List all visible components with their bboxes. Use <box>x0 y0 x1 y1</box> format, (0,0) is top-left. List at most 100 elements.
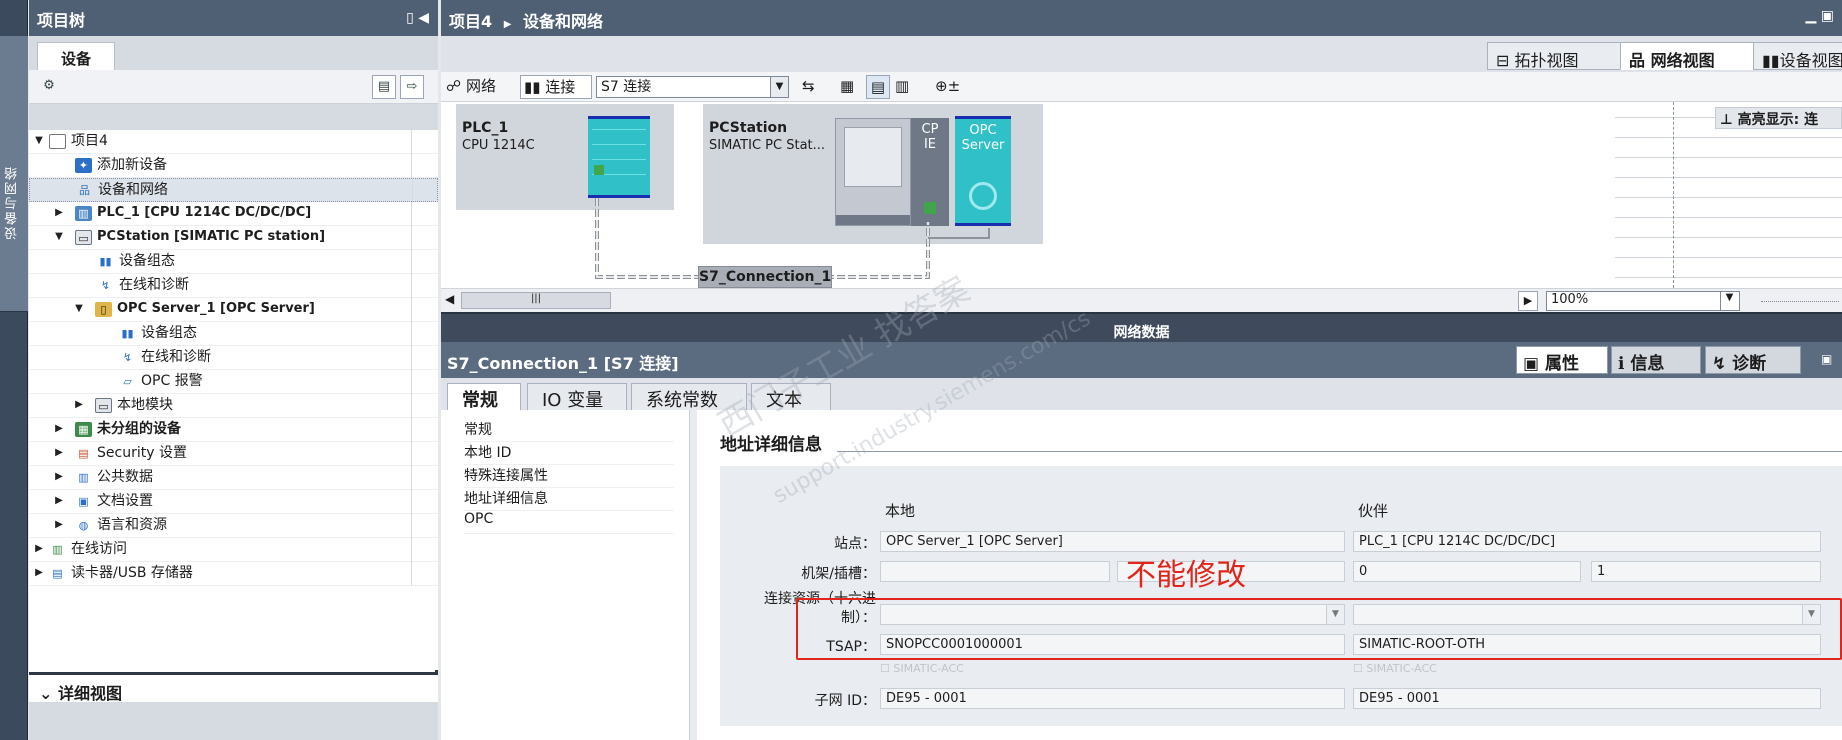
tab-device-view[interactable]: ▮▮设备视图 <box>1753 42 1842 70</box>
s7-connection-label[interactable]: S7_Connection_1 <box>698 266 832 288</box>
nav-general[interactable]: 常规 <box>464 419 674 442</box>
inspector-title: S7_Connection_1 [S7 连接] <box>447 354 679 373</box>
pin-icon: ⊥ <box>1720 112 1738 128</box>
project-tree-title: 项目树 <box>37 11 86 30</box>
show-labels-icon[interactable]: ▦ <box>840 75 854 99</box>
local-station-field: OPC Server_1 [OPC Server] <box>880 531 1345 552</box>
online-diag-icon: ↯ <box>122 351 133 364</box>
annotation-rectangle <box>796 598 1842 660</box>
tree-item-ungrouped-devices[interactable]: ▶ ▦ 未分组的设备 <box>29 418 438 442</box>
tree-filter-bar <box>29 104 438 130</box>
nav-opc[interactable]: OPC <box>464 511 674 534</box>
zoom-select[interactable]: 100% <box>1546 291 1740 311</box>
scroll-thumb[interactable]: ||| <box>461 292 611 309</box>
address-form: 本地 伙伴 站点： OPC Server_1 [OPC Server] PLC_… <box>720 466 1842 726</box>
tree-item-add-device[interactable]: ✦ 添加新设备 <box>29 154 438 178</box>
overview-icon[interactable]: ▤ <box>372 75 396 99</box>
address-icon[interactable]: ⇆ <box>802 75 815 99</box>
breadcrumb-project[interactable]: 项目4 <box>449 12 492 31</box>
horizontal-scrollbar[interactable]: ◀ ||| ▶ 100% ▼ <box>441 288 1842 312</box>
connection-icon: ▮▮ <box>524 78 546 96</box>
tree-item-opc-online-diag[interactable]: ↯ 在线和诊断 <box>29 346 438 370</box>
network-data-splitter[interactable]: 网络数据 <box>441 312 1842 342</box>
tab-info[interactable]: ℹ 信息 <box>1611 346 1701 374</box>
detail-view-title: 详细视图 <box>57 684 122 703</box>
local-rack-field <box>880 561 1110 582</box>
annotation-text: 不能修改 <box>1126 558 1246 593</box>
network-mode-button[interactable]: ☍ 网络 <box>446 75 508 99</box>
tree-item-online-diag[interactable]: ↯ 在线和诊断 <box>29 274 438 298</box>
doc-settings-icon: ▣ <box>78 495 89 508</box>
chevron-down-icon: ▼ <box>770 77 788 97</box>
nav-local-id[interactable]: 本地 ID <box>464 442 674 465</box>
tree-item-languages[interactable]: ▶ ◍ 语言和资源 <box>29 514 438 538</box>
label-station: 站点： <box>834 536 876 552</box>
device-config-icon: ▮▮ <box>121 327 134 340</box>
tab-topology-view[interactable]: ⊟ 拓扑视图 <box>1487 42 1621 70</box>
highlight-connection[interactable]: ⊥ 高亮显示: 连 <box>1715 107 1842 129</box>
tree-item-card-reader[interactable]: ▶ ▤ 读卡器/USB 存储器 <box>29 562 438 586</box>
nav-address-details[interactable]: 地址详细信息 <box>464 488 674 511</box>
grid-view-icon[interactable]: ▤ <box>866 75 890 99</box>
label-subnet-id: 子网 ID： <box>814 693 876 709</box>
inspector-header: S7_Connection_1 [S7 连接] ▣ 属性 ℹ 信息 ↯ 诊断 ▣ <box>441 342 1842 378</box>
tab-network-view[interactable]: 品 网络视图 <box>1620 42 1754 70</box>
network-canvas[interactable]: PLC_1 CPU 1214C PCStation SIMATIC PC Sta… <box>441 102 1842 288</box>
side-tab-label: 设备与网络 <box>5 165 20 240</box>
pc-station-icon: ▭ <box>75 230 92 245</box>
nav-special-conn[interactable]: 特殊连接属性 <box>464 465 674 488</box>
col-local: 本地 <box>885 502 916 520</box>
float-window-icon[interactable]: ▣ <box>1821 352 1832 366</box>
tree-item-security[interactable]: ▶ ▤ Security 设置 <box>29 442 438 466</box>
export-icon[interactable]: ⇨ <box>400 75 424 99</box>
address-details-content: 地址详细信息 本地 伙伴 站点： OPC Server_1 [OPC Serve… <box>706 410 1842 740</box>
zoom-in-icon[interactable]: ⊕± <box>935 75 960 99</box>
tree-item-opc-device-config[interactable]: ▮▮ 设备组态 <box>29 322 438 346</box>
collapse-panel-icon[interactable]: ▯ ◀ <box>406 10 429 26</box>
s7-connection-line <box>595 198 990 279</box>
add-device-icon: ✦ <box>75 158 92 173</box>
connection-type-select[interactable]: S7 连接 ▼ <box>596 76 789 98</box>
tree-item-doc-settings[interactable]: ▶ ▣ 文档设置 <box>29 490 438 514</box>
label-rack-slot: 机架/插槽： <box>801 566 876 582</box>
tree-settings-icon[interactable]: ⚙ <box>37 75 61 99</box>
nav-scrollbar[interactable] <box>689 410 697 740</box>
scroll-right-icon[interactable]: ▶ <box>1518 291 1538 311</box>
tree-item-opc-alarms[interactable]: ▱ OPC 报警 <box>29 370 438 394</box>
zoom-slider[interactable] <box>1761 301 1839 302</box>
tree-item-local-modules[interactable]: ▶ ▭ 本地模块 <box>29 394 438 418</box>
subtab-general[interactable]: 常规 <box>447 383 521 411</box>
chevron-down-icon: ⌄ <box>39 684 53 703</box>
tree-item-plc1[interactable]: ▶ ▥ PLC_1 [CPU 1214C DC/DC/DC] <box>29 202 438 226</box>
connection-mode-button[interactable]: ▮▮ 连接 <box>520 75 592 99</box>
online-access-icon: ▥ <box>52 543 63 556</box>
tree-item-devices-networks[interactable]: 品设备和网络 <box>29 178 438 203</box>
globe-icon: ◍ <box>78 519 89 532</box>
subtab-io-tags[interactable]: IO 变量 <box>527 383 627 411</box>
tab-properties[interactable]: ▣ 属性 <box>1516 346 1608 374</box>
tree-item-opc-server[interactable]: ▼ ▯ OPC Server_1 [OPC Server] <box>29 298 438 322</box>
tree-item-common-data[interactable]: ▶ ▥ 公共数据 <box>29 466 438 490</box>
tab-devices[interactable]: 设备 <box>37 42 115 71</box>
table-view-icon[interactable]: ▥ <box>895 75 909 99</box>
partner-station-field: PLC_1 [CPU 1214C DC/DC/DC] <box>1353 531 1821 552</box>
opc-server-icon: ▯ <box>95 302 112 317</box>
window-controls[interactable]: ▁ ▣ <box>1806 8 1834 24</box>
chevron-down-icon[interactable]: ▼ <box>1720 292 1738 310</box>
tree-list: ▼ 项目4 ✦ 添加新设备 品设备和网络 ▶ ▥ PLC_1 [CPU 1214C DC… <box>29 130 438 670</box>
tree-item-device-config[interactable]: ▮▮ 设备组态 <box>29 250 438 274</box>
detail-view-header[interactable]: ⌄ 详细视图 <box>29 672 438 703</box>
partner-acc-checkbox: ☐ SIMATIC-ACC <box>1353 662 1437 675</box>
device-config-icon: ▮▮ <box>99 255 112 268</box>
tab-diagnostics[interactable]: ↯ 诊断 <box>1705 346 1801 374</box>
breadcrumb-page: 设备和网络 <box>523 12 604 31</box>
tree-item-pcstation[interactable]: ▼ ▭ PCStation [SIMATIC PC station] <box>29 226 438 250</box>
tree-toolbar: ⚙ ▤ ⇨ <box>29 70 438 104</box>
tree-tab-bar: 设备 <box>29 36 438 71</box>
card-reader-icon: ▤ <box>52 567 63 580</box>
tree-item-project[interactable]: ▼ 项目4 <box>29 130 438 154</box>
inspector-nav: 常规 本地 ID 特殊连接属性 地址详细信息 OPC <box>441 410 693 740</box>
scroll-left-icon[interactable]: ◀ <box>445 292 454 306</box>
tree-item-online-access[interactable]: ▶ ▥ 在线访问 <box>29 538 438 562</box>
alarm-icon: ▱ <box>123 375 132 388</box>
